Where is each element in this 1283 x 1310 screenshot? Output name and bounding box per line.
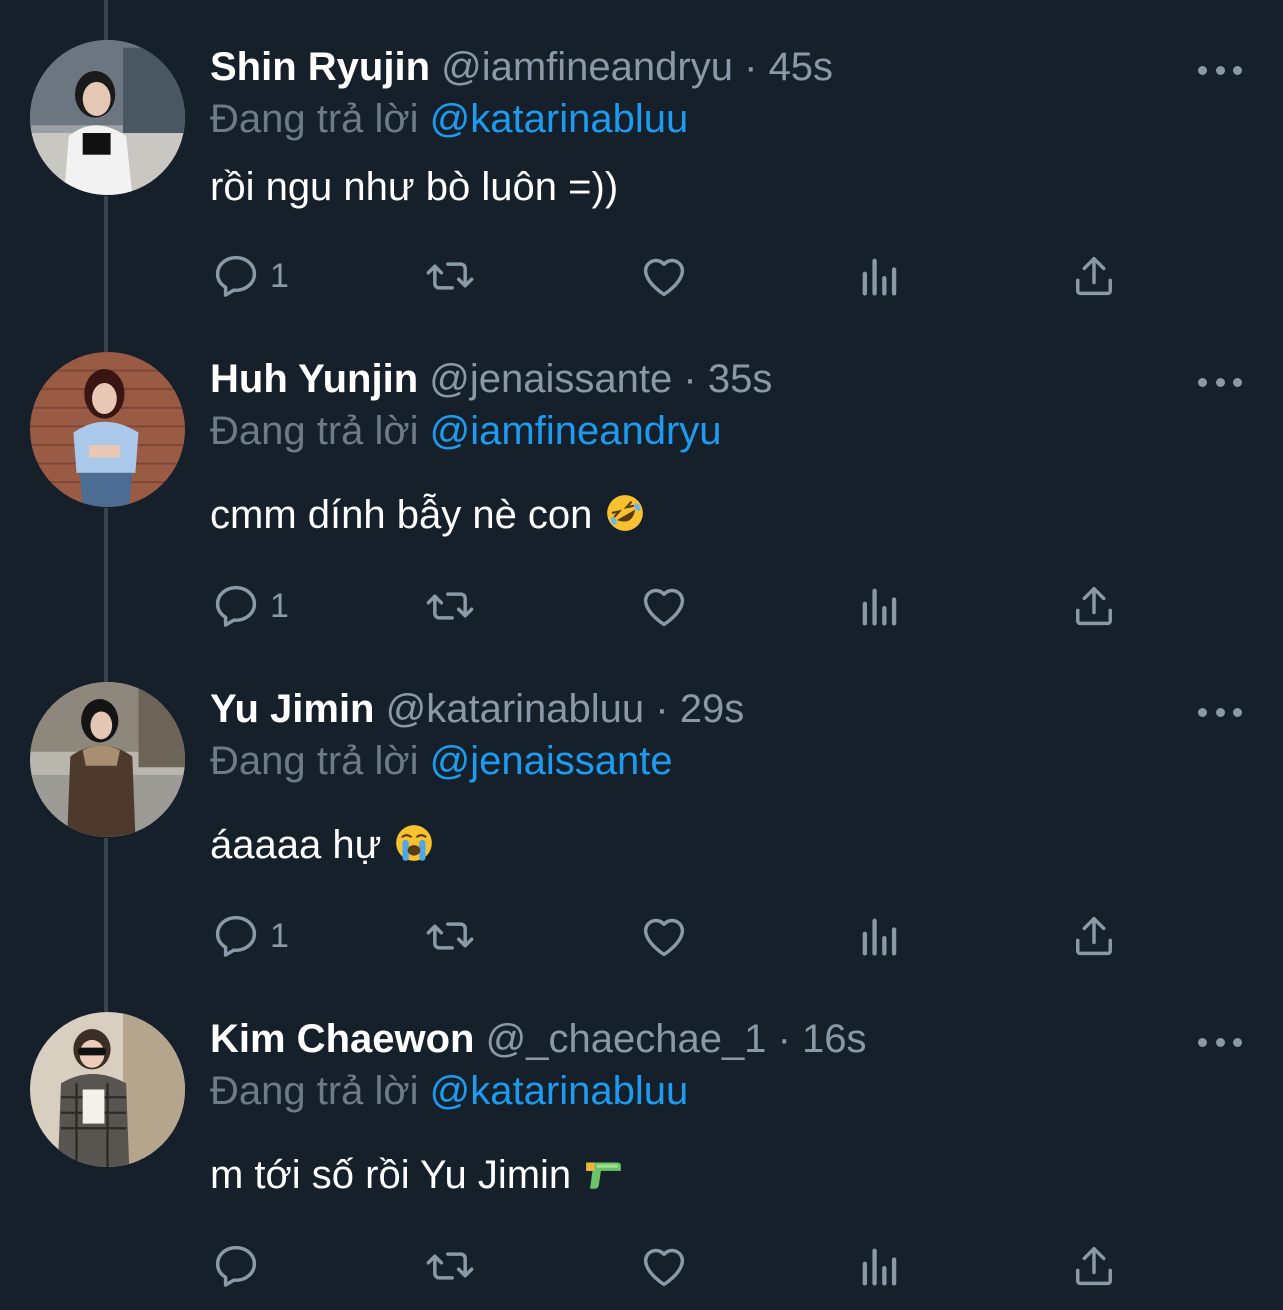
author-handle[interactable]: @katarinabluu — [386, 687, 645, 731]
reply-to-line: Đang trả lời @katarinabluu — [210, 1066, 688, 1116]
action-bar: 1 — [210, 248, 1130, 304]
reply-button[interactable]: 1 — [210, 248, 289, 304]
analytics-icon — [862, 1248, 897, 1286]
reply-to-mention[interactable]: @iamfineandryu — [430, 409, 722, 453]
reply-icon — [215, 255, 257, 297]
retweet-button[interactable] — [424, 248, 476, 304]
loudly-crying-emoji-icon — [395, 825, 432, 861]
retweet-icon — [426, 1252, 474, 1280]
reply-count: 1 — [270, 916, 289, 955]
like-button[interactable] — [638, 1238, 690, 1294]
reply-to-line: Đang trả lời @iamfineandryu — [210, 406, 722, 456]
analytics-button[interactable] — [854, 908, 906, 964]
reply-count: 1 — [270, 586, 289, 625]
retweet-icon — [426, 592, 474, 620]
retweet-icon — [426, 922, 474, 950]
retweet-button[interactable] — [424, 1238, 476, 1294]
analytics-button[interactable] — [854, 1238, 906, 1294]
analytics-button[interactable] — [854, 578, 906, 634]
reply-to-label: Đang trả lời — [210, 409, 419, 453]
rolling-laughing-emoji-icon — [606, 495, 643, 531]
separator-dot: · — [683, 357, 697, 401]
timestamp[interactable]: 29s — [680, 687, 745, 731]
action-bar: 1 — [210, 908, 1130, 964]
share-button[interactable] — [1068, 908, 1120, 964]
like-button[interactable] — [638, 908, 690, 964]
share-icon — [1076, 1246, 1112, 1286]
reply-icon — [215, 1245, 257, 1287]
more-options-icon[interactable] — [1198, 60, 1242, 80]
tweet-text: rồi ngu như bò luôn =)) — [210, 162, 618, 212]
reply-to-line: Đang trả lời @katarinabluu — [210, 94, 688, 144]
reply-button[interactable]: 1 — [210, 578, 289, 634]
like-button[interactable] — [638, 578, 690, 634]
avatar[interactable] — [30, 1012, 185, 1167]
separator-dot: · — [744, 45, 758, 89]
reply-to-mention[interactable]: @katarinabluu — [430, 97, 689, 141]
water-pistol-emoji-icon — [586, 1162, 622, 1189]
thread-line — [104, 0, 108, 40]
timestamp[interactable]: 45s — [769, 45, 834, 89]
author-name[interactable]: Huh Yunjin — [210, 357, 418, 401]
retweet-button[interactable] — [424, 578, 476, 634]
like-button[interactable] — [638, 248, 690, 304]
author-name[interactable]: Shin Ryujin — [210, 45, 430, 89]
tweet-text: m tới số rồi Yu Jimin — [210, 1150, 624, 1200]
retweet-button[interactable] — [424, 908, 476, 964]
tweet-text-body: áaaaa hự — [210, 823, 382, 867]
timestamp[interactable]: 16s — [802, 1017, 867, 1061]
retweet-icon — [426, 262, 474, 290]
reply-to-mention[interactable]: @jenaissante — [430, 739, 673, 783]
avatar[interactable] — [30, 352, 185, 507]
reply-icon — [215, 915, 257, 957]
more-options-icon[interactable] — [1198, 372, 1242, 392]
action-bar — [210, 1238, 1130, 1294]
tweet-text: áaaaa hự — [210, 820, 435, 870]
author-handle[interactable]: @jenaissante — [429, 357, 672, 401]
reply-to-label: Đang trả lời — [210, 97, 419, 141]
tweet[interactable]: Shin Ryujin @iamfineandryu · 45s Đang tr… — [0, 40, 1283, 370]
heart-icon — [643, 918, 685, 957]
more-options-icon[interactable] — [1198, 702, 1242, 722]
avatar[interactable] — [30, 682, 185, 837]
heart-icon — [643, 588, 685, 627]
reply-icon — [215, 585, 257, 627]
tweet-text: cmm dính bẫy nè con — [210, 490, 646, 540]
share-icon — [1076, 586, 1112, 626]
author-handle[interactable]: @iamfineandryu — [441, 45, 733, 89]
share-button[interactable] — [1068, 1238, 1120, 1294]
reply-button[interactable]: 1 — [210, 908, 289, 964]
tweet-text-body: rồi ngu như bò luôn =)) — [210, 165, 619, 209]
timestamp[interactable]: 35s — [708, 357, 773, 401]
avatar[interactable] — [30, 40, 185, 195]
separator-dot: · — [655, 687, 669, 731]
tweet-text-body: cmm dính bẫy nè con — [210, 493, 593, 537]
tweet-text-body: m tới số rồi Yu Jimin — [210, 1153, 572, 1197]
analytics-button[interactable] — [854, 248, 906, 304]
action-bar: 1 — [210, 578, 1130, 634]
reply-to-mention[interactable]: @katarinabluu — [430, 1069, 689, 1113]
heart-icon — [643, 258, 685, 297]
author-name[interactable]: Kim Chaewon — [210, 1017, 474, 1061]
author-handle[interactable]: @_chaechae_1 — [486, 1017, 767, 1061]
reply-count: 1 — [270, 256, 289, 295]
reply-to-label: Đang trả lời — [210, 739, 419, 783]
share-icon — [1076, 256, 1112, 296]
separator-dot: · — [777, 1017, 791, 1061]
share-icon — [1076, 916, 1112, 956]
reply-button[interactable] — [210, 1238, 270, 1294]
analytics-icon — [862, 258, 897, 296]
analytics-icon — [862, 918, 897, 956]
share-button[interactable] — [1068, 248, 1120, 304]
tweet[interactable]: Kim Chaewon @_chaechae_1 · 16s Đang trả … — [0, 1012, 1283, 1310]
author-name[interactable]: Yu Jimin — [210, 687, 375, 731]
tweet[interactable]: Huh Yunjin @jenaissante · 35s Đang trả l… — [0, 352, 1283, 682]
share-button[interactable] — [1068, 578, 1120, 634]
heart-icon — [643, 1248, 685, 1287]
tweet[interactable]: Yu Jimin @katarinabluu · 29s Đang trả lờ… — [0, 682, 1283, 1012]
more-options-icon[interactable] — [1198, 1032, 1242, 1052]
analytics-icon — [862, 588, 897, 626]
reply-to-label: Đang trả lời — [210, 1069, 419, 1113]
reply-to-line: Đang trả lời @jenaissante — [210, 736, 673, 786]
